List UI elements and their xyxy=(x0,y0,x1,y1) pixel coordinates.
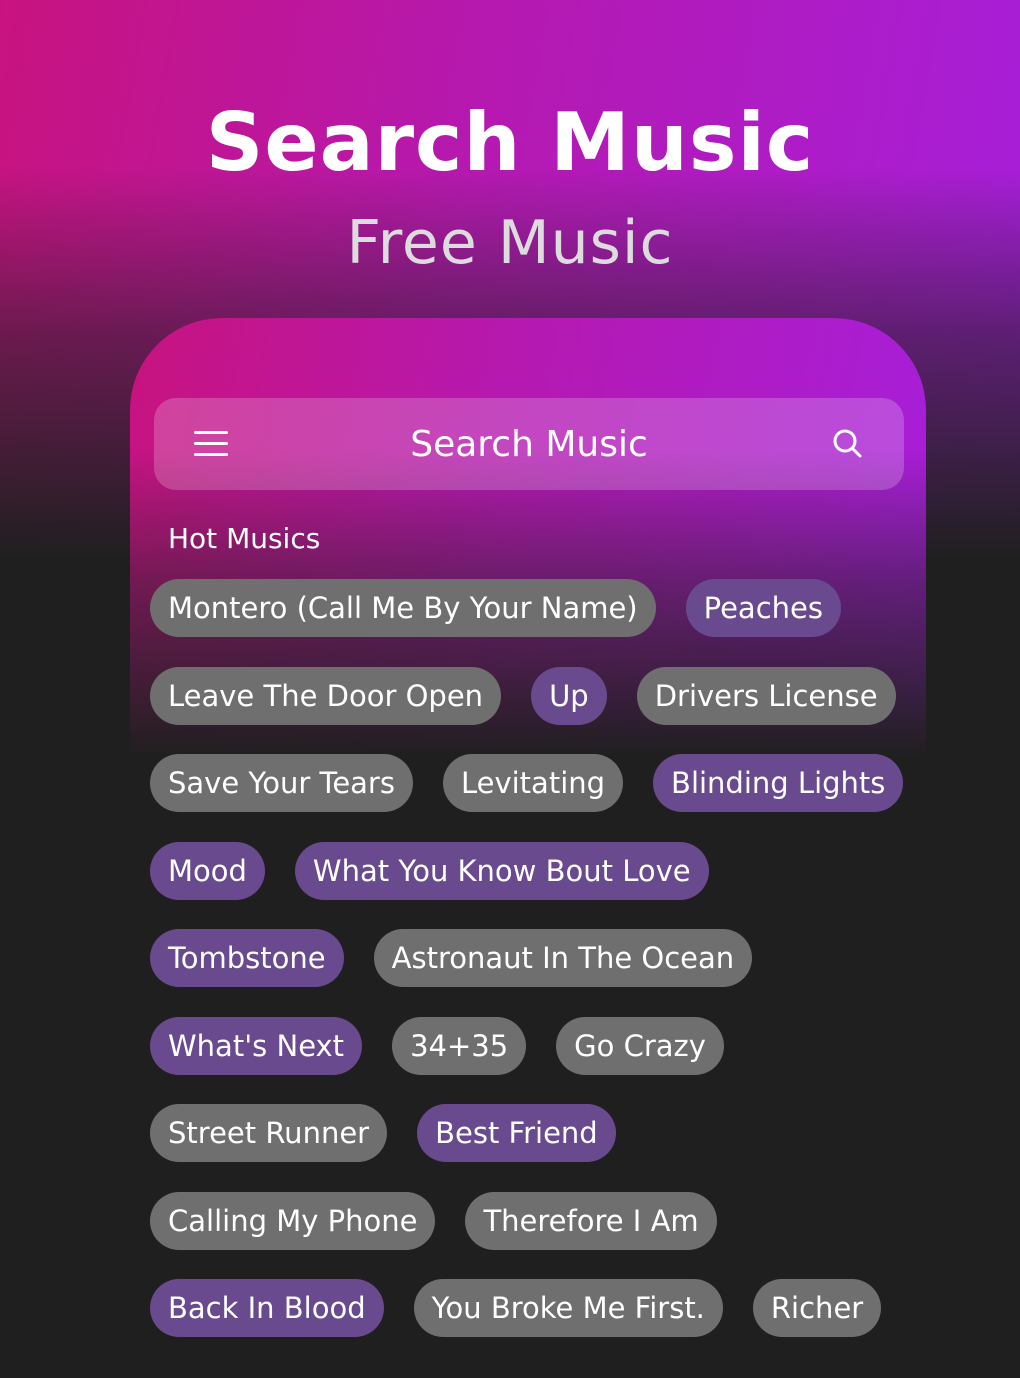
tag-row: Calling My Phone Therefore I Am xyxy=(150,1191,910,1250)
music-tag[interactable]: Peaches xyxy=(685,579,841,637)
hero-subtitle: Free Music xyxy=(346,208,674,278)
tag-row: Save Your Tears Levitating Blinding Lights xyxy=(150,754,910,812)
music-tag[interactable]: Mood xyxy=(150,841,265,900)
tag-row: Montero (Call Me By Your Name) Peaches xyxy=(150,579,910,637)
hero-title: Search Music xyxy=(205,96,815,189)
music-tag[interactable]: Levitating xyxy=(442,754,624,812)
hot-music-tags: Montero (Call Me By Your Name) Peaches Lea… xyxy=(150,579,910,1367)
music-tag[interactable]: Save Your Tears xyxy=(150,754,413,812)
music-tag[interactable]: Montero (Call Me By Your Name) xyxy=(150,579,656,637)
music-tag[interactable]: Calling My Phone xyxy=(150,1191,436,1250)
music-tag[interactable]: Back In Blood xyxy=(150,1279,384,1337)
music-tag[interactable]: Blinding Lights xyxy=(653,754,904,812)
music-tag[interactable]: You Broke Me First. xyxy=(413,1279,723,1337)
phone-mockup: Search Music Hot Musics Montero (Call Me… xyxy=(130,318,926,1378)
tag-row: Tombstone Astronaut In The Ocean xyxy=(150,929,910,987)
music-tag[interactable]: Drivers License xyxy=(636,666,896,725)
hamburger-menu-icon[interactable] xyxy=(194,429,230,459)
music-tag[interactable]: Go Crazy xyxy=(556,1016,724,1075)
music-tag[interactable]: Up xyxy=(531,666,607,725)
music-tag[interactable]: What's Next xyxy=(150,1016,363,1075)
music-tag[interactable]: Best Friend xyxy=(417,1104,616,1162)
music-tag[interactable]: Street Runner xyxy=(150,1104,388,1162)
music-tag[interactable]: Leave The Door Open xyxy=(150,666,502,725)
music-tag[interactable]: Tombstone xyxy=(150,929,344,987)
hot-musics-label: Hot Musics xyxy=(168,522,321,555)
tag-row: Back In Blood You Broke Me First. Richer xyxy=(150,1279,910,1337)
tag-row: What's Next 34+35 Go Crazy xyxy=(150,1016,910,1075)
music-tag[interactable]: What You Know Bout Love xyxy=(294,841,709,900)
toolbar-title: Search Music xyxy=(410,423,648,465)
search-icon[interactable] xyxy=(830,426,866,462)
music-tag[interactable]: Therefore I Am xyxy=(465,1191,717,1250)
music-tag[interactable]: Richer xyxy=(752,1279,882,1337)
tag-row: Street Runner Best Friend xyxy=(150,1104,910,1162)
tag-row: Leave The Door Open Up Drivers License xyxy=(150,666,910,725)
tag-row: Mood What You Know Bout Love xyxy=(150,841,910,900)
search-toolbar: Search Music xyxy=(154,398,904,490)
music-tag[interactable]: Astronaut In The Ocean xyxy=(373,929,753,987)
music-tag[interactable]: 34+35 xyxy=(392,1016,527,1075)
